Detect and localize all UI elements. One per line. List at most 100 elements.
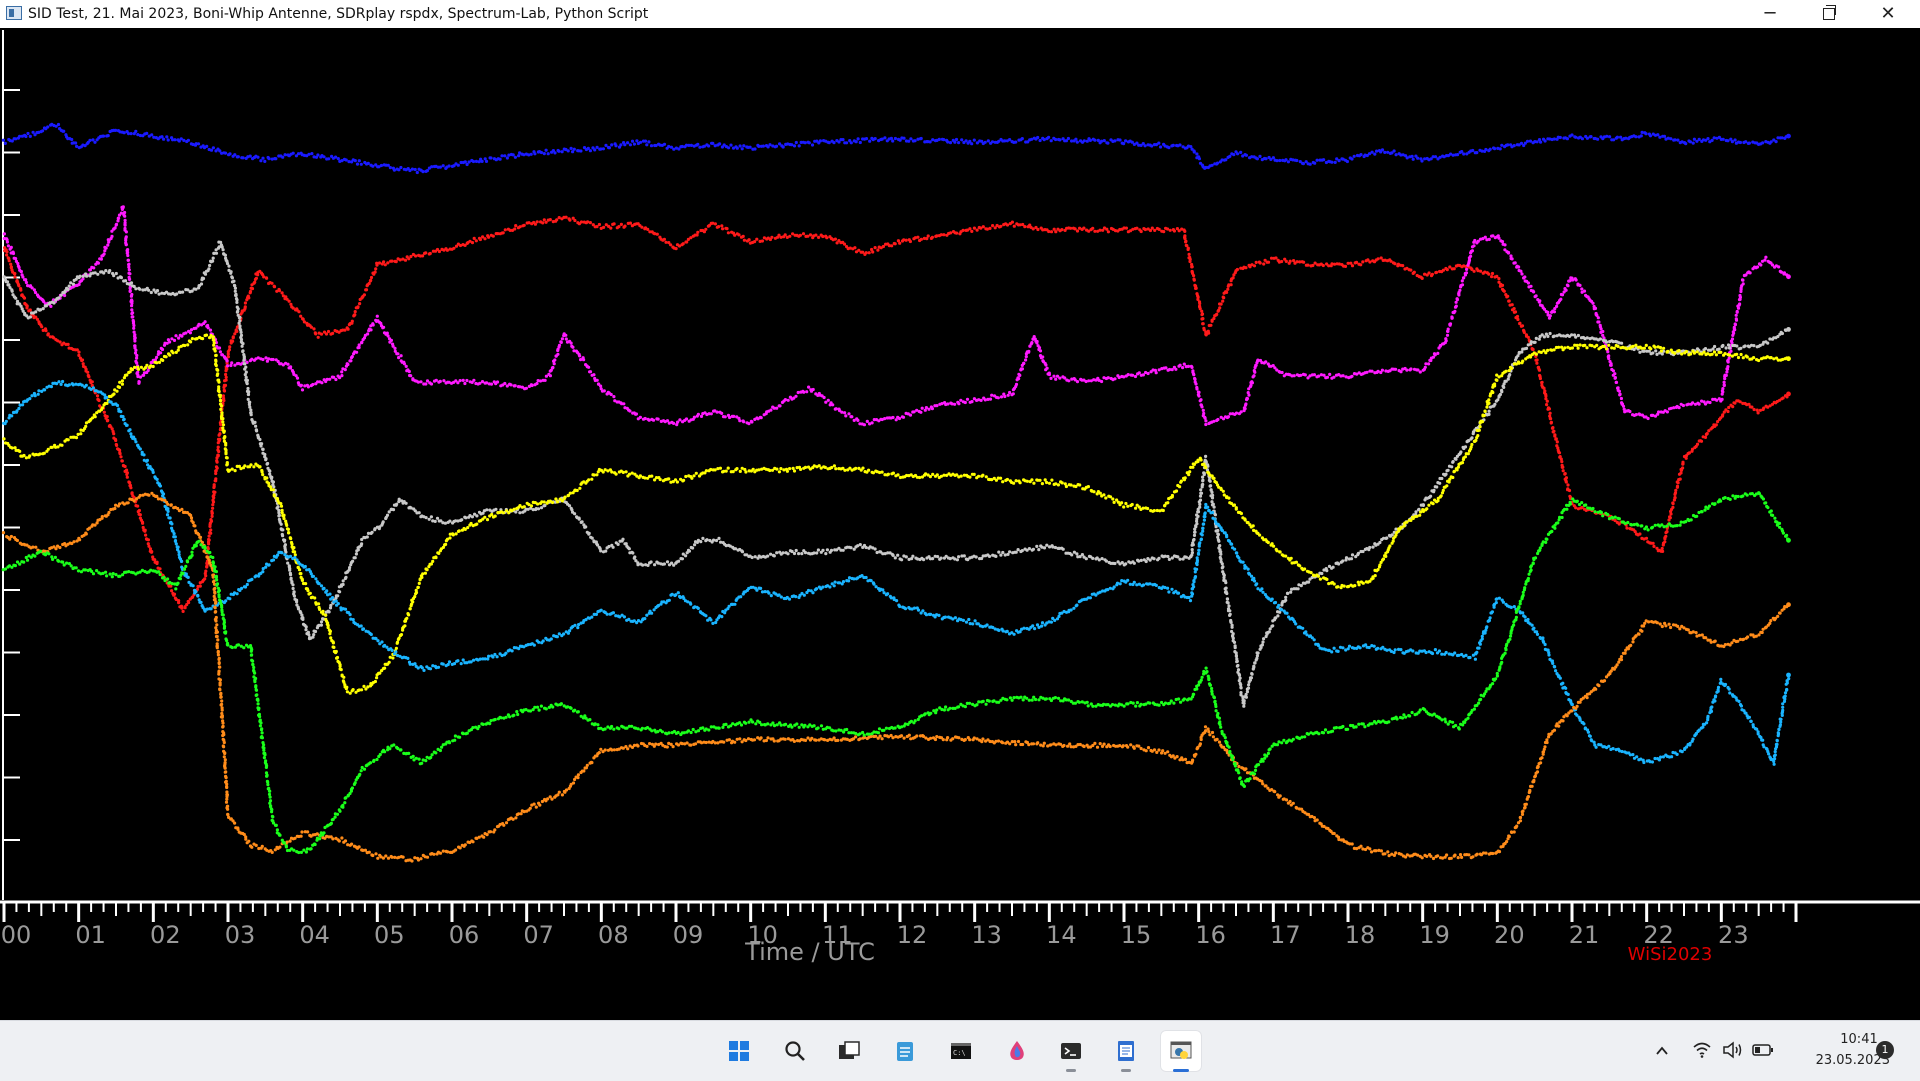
data-point <box>1200 405 1203 408</box>
data-point <box>59 340 62 343</box>
data-point <box>1255 261 1258 264</box>
data-point <box>1469 255 1472 258</box>
data-point <box>1711 139 1714 142</box>
data-point <box>360 163 363 166</box>
data-point <box>421 170 424 173</box>
data-point <box>536 220 539 223</box>
data-point <box>121 383 124 386</box>
data-point <box>1017 548 1020 551</box>
data-point <box>1612 138 1615 141</box>
data-point <box>1162 230 1165 233</box>
data-point <box>1003 395 1006 398</box>
data-point <box>215 354 218 357</box>
data-point <box>1239 151 1242 154</box>
data-point <box>1462 152 1465 155</box>
data-point <box>921 407 924 410</box>
data-point <box>707 144 710 147</box>
data-point <box>1067 137 1070 140</box>
data-point <box>243 362 246 365</box>
data-point <box>1488 238 1491 241</box>
data-point <box>1553 435 1556 438</box>
data-point <box>141 522 144 525</box>
data-point <box>997 551 1000 554</box>
data-point <box>1577 334 1580 337</box>
data-point <box>1535 294 1538 297</box>
data-point <box>256 156 259 159</box>
data-point <box>94 415 97 418</box>
data-point <box>389 166 392 169</box>
data-point <box>1663 540 1666 543</box>
data-point <box>589 221 592 224</box>
data-point <box>278 289 281 292</box>
data-point <box>1436 352 1439 355</box>
data-point <box>1210 491 1213 494</box>
data-point <box>1446 268 1449 271</box>
close-button[interactable]: ✕ <box>1859 0 1917 28</box>
data-point <box>1118 138 1121 141</box>
data-point <box>841 138 844 141</box>
data-point <box>579 149 582 152</box>
data-point <box>106 415 109 418</box>
data-point <box>584 525 587 528</box>
data-point <box>762 145 765 148</box>
minimize-button[interactable]: ─ <box>1741 0 1799 28</box>
data-point <box>1499 393 1502 396</box>
data-point <box>202 277 205 280</box>
data-point <box>1775 140 1778 143</box>
data-point <box>561 150 564 153</box>
data-point <box>225 379 228 382</box>
data-point <box>261 470 264 473</box>
data-point <box>1216 162 1219 165</box>
data-point <box>1293 374 1296 377</box>
data-point <box>1520 272 1523 275</box>
data-point <box>125 469 128 472</box>
data-point <box>1666 410 1669 413</box>
data-point <box>343 329 346 332</box>
data-point <box>704 228 707 231</box>
data-point <box>1614 377 1617 380</box>
data-point <box>782 551 785 554</box>
data-point <box>38 452 41 455</box>
data-point <box>298 568 301 571</box>
data-point <box>468 160 471 163</box>
data-point <box>807 386 810 389</box>
data-point <box>479 238 482 241</box>
data-point <box>1050 139 1053 142</box>
data-point <box>360 542 363 545</box>
data-point <box>1194 525 1197 528</box>
data-point <box>304 628 307 631</box>
data-point <box>949 557 952 560</box>
data-point <box>623 143 626 146</box>
data-point <box>72 283 75 286</box>
data-point <box>1050 230 1053 233</box>
window-title: SID Test, 21. Mai 2023, Boni-Whip Antenn… <box>28 6 648 22</box>
data-point <box>729 144 732 147</box>
data-point <box>699 540 702 543</box>
data-point <box>966 398 969 401</box>
data-point <box>102 135 105 138</box>
data-point <box>1200 492 1203 495</box>
data-point <box>1233 641 1236 644</box>
data-point <box>1513 144 1516 147</box>
data-point <box>472 160 475 163</box>
data-point <box>452 247 455 250</box>
data-point <box>1553 137 1556 140</box>
data-point <box>1351 553 1354 556</box>
data-point <box>253 281 256 284</box>
data-point <box>10 246 13 249</box>
data-point <box>150 551 153 554</box>
data-point <box>1309 163 1312 166</box>
data-point <box>91 380 94 383</box>
data-point <box>1735 314 1738 317</box>
data-point <box>281 511 284 514</box>
data-point <box>866 420 869 423</box>
data-point <box>1596 138 1599 141</box>
data-point <box>1304 373 1307 376</box>
restore-button[interactable] <box>1800 0 1858 28</box>
data-point <box>1100 140 1103 143</box>
data-point <box>741 147 744 150</box>
data-point <box>358 159 361 162</box>
data-point <box>629 222 632 225</box>
data-point <box>227 265 230 268</box>
data-point <box>1759 409 1762 412</box>
